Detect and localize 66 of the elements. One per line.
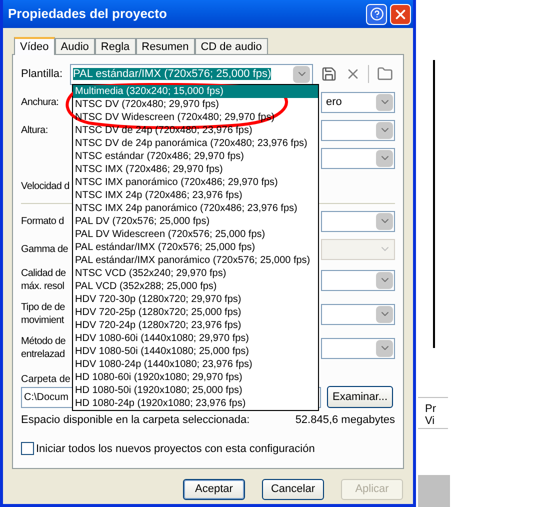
setting-label: Velocidad d	[21, 180, 69, 192]
setting-label: Anchura:	[21, 96, 60, 108]
template-option[interactable]: HDV 1080-60i (1440x1080; 29,970 fps)	[73, 332, 318, 345]
tab[interactable]: Regla	[94, 38, 136, 54]
help-icon	[370, 7, 384, 21]
template-option[interactable]: Multimedia (320x240; 15,000 fps)	[73, 85, 318, 98]
template-option[interactable]: PAL VCD (352x288; 25,000 fps)	[73, 280, 318, 293]
space-value: 52.845,6 megabytes	[295, 413, 395, 428]
tab[interactable]: Audio	[54, 38, 95, 54]
setting-label: máx. resol	[21, 280, 66, 293]
dropdown[interactable]	[321, 210, 395, 232]
template-option[interactable]: NTSC IMX (720x486; 29,970 fps)	[73, 163, 318, 176]
template-option[interactable]: HD 1080-50i (1920x1080; 25,000 fps)	[73, 384, 318, 397]
dropdown[interactable]	[321, 120, 395, 140]
dialog-button[interactable]: Cancelar	[262, 479, 324, 500]
tab[interactable]: CD de audio	[194, 38, 268, 54]
template-option[interactable]: NTSC DV de 24p panorámica (720x480; 23,976 fps)	[73, 137, 318, 150]
setting-label: Gamma de	[21, 242, 69, 256]
template-option[interactable]: PAL estándar/IMX (720x576; 25,000 fps)	[73, 241, 318, 254]
window-title: Propiedades del proyecto	[8, 5, 168, 24]
close-button[interactable]	[390, 4, 411, 24]
help-button[interactable]	[366, 4, 387, 24]
template-option[interactable]: HD 1080-24p (1920x1080; 23,976 fps)	[73, 397, 318, 410]
background-window-text: Pr	[425, 403, 436, 415]
checkbox-label: Iniciar todos los nuevos proyectos con esta configuración	[36, 442, 315, 456]
template-dropdown[interactable]: PAL estándar/IMX (720x576; 25,000 fps)	[70, 64, 314, 84]
template-option[interactable]: HDV 720-24p (1280x720; 23,976 fps)	[73, 319, 318, 332]
template-option[interactable]: PAL DV (720x576; 25,000 fps)	[73, 215, 318, 228]
template-option[interactable]: NTSC estándar (720x486; 29,970 fps)	[73, 150, 318, 163]
template-label: Plantilla:	[21, 66, 64, 82]
background-panel	[418, 475, 450, 507]
setting-label: Tipo de de	[21, 301, 66, 314]
setting-label: Altura:	[21, 124, 49, 136]
checkbox[interactable]	[21, 442, 34, 456]
template-option[interactable]: PAL DV Widescreen (720x576; 25,000 fps)	[73, 228, 318, 241]
template-option[interactable]: HD 1080-60i (1920x1080; 29,970 fps)	[73, 371, 318, 384]
template-option[interactable]: HDV 720-30p (1280x720; 29,970 fps)	[73, 293, 318, 306]
template-option[interactable]: NTSC IMX 24p panorámico (720x486; 23,976 fps)	[73, 202, 318, 215]
setting-label: entrelazad	[21, 348, 66, 361]
tab[interactable]: Resumen	[136, 38, 195, 54]
folder-label: Carpeta de	[21, 373, 70, 386]
template-option[interactable]: HDV 720-25p (1280x720; 25,000 fps)	[73, 306, 318, 319]
dropdown[interactable]	[321, 148, 395, 168]
template-option[interactable]: NTSC VCD (352x240; 29,970 fps)	[73, 267, 318, 280]
template-option[interactable]: NTSC IMX 24p (720x486; 23,976 fps)	[73, 189, 318, 202]
background-window-text: Vi	[425, 415, 436, 427]
dropdown[interactable]	[321, 270, 395, 290]
folder-icon	[377, 66, 394, 82]
template-option[interactable]: PAL estándar/IMX panorámico (720x576; 25,000 fps)	[73, 254, 318, 267]
template-value: PAL estándar/IMX (720x576; 25,000 fps)	[73, 68, 272, 80]
setting-label: movimient	[21, 314, 66, 327]
save-icon	[321, 66, 338, 82]
browse-button[interactable]: Examinar...	[327, 386, 393, 408]
dropdown[interactable]	[321, 304, 395, 324]
setting-label: Formato d	[21, 214, 65, 228]
template-option[interactable]: NTSC IMX panorámico (720x486; 29,970 fps)	[73, 176, 318, 189]
tab[interactable]: Vídeo	[14, 37, 55, 55]
space-label: Espacio disponible en la carpeta seleccionada:	[21, 413, 250, 428]
setting-label: Calidad de	[21, 267, 67, 280]
template-option[interactable]: HDV 1080-24p (1440x1080; 23,976 fps)	[73, 358, 318, 371]
dropdown[interactable]	[321, 338, 395, 358]
dropdown[interactable]: ero	[321, 92, 395, 112]
setting-label: Método de	[21, 335, 67, 348]
template-option[interactable]: HDV 1080-50i (1440x1080; 25,000 fps)	[73, 345, 318, 358]
template-option[interactable]: NTSC DV (720x480; 29,970 fps)	[73, 98, 318, 111]
dialog-button[interactable]: Aceptar	[183, 479, 245, 500]
